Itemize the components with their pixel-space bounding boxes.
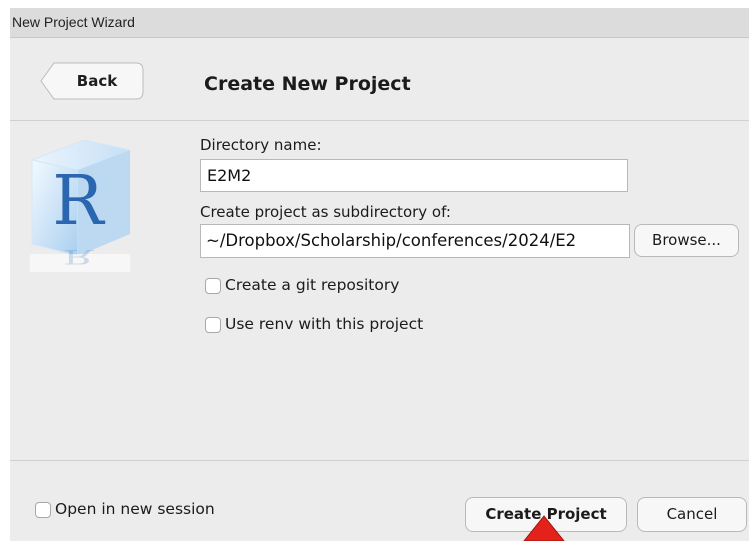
window-titlebar: New Project Wizard <box>10 8 749 38</box>
renv-checkbox[interactable] <box>205 317 221 333</box>
window-title: New Project Wizard <box>12 14 135 30</box>
open-new-session-label: Open in new session <box>55 500 215 518</box>
directory-name-field[interactable] <box>200 159 628 192</box>
cancel-button[interactable]: Cancel <box>637 497 747 532</box>
git-repository-label: Create a git repository <box>225 276 400 294</box>
back-button[interactable]: Back <box>40 62 144 100</box>
browse-button[interactable]: Browse... <box>634 224 739 257</box>
wizard-header: Back Create New Project <box>10 38 749 121</box>
pointer-cursor-icon <box>523 515 565 541</box>
r-logo-reflection: R <box>63 245 95 268</box>
directory-name-label: Directory name: <box>200 136 322 154</box>
footer-divider <box>10 460 749 461</box>
r-project-logo: R R <box>26 136 146 280</box>
open-new-session-checkbox[interactable] <box>35 502 51 518</box>
renv-label: Use renv with this project <box>225 315 424 333</box>
parent-directory-field[interactable]: ~/Dropbox/Scholarship/conferences/2024/E… <box>200 224 630 258</box>
page-title: Create New Project <box>204 73 411 95</box>
back-button-label: Back <box>76 72 118 90</box>
git-repository-checkbox[interactable] <box>205 278 221 294</box>
r-logo-letter: R <box>52 162 105 241</box>
new-project-dialog: New Project Wizard Back Create New Proje… <box>10 8 749 541</box>
parent-directory-label: Create project as subdirectory of: <box>200 203 451 221</box>
